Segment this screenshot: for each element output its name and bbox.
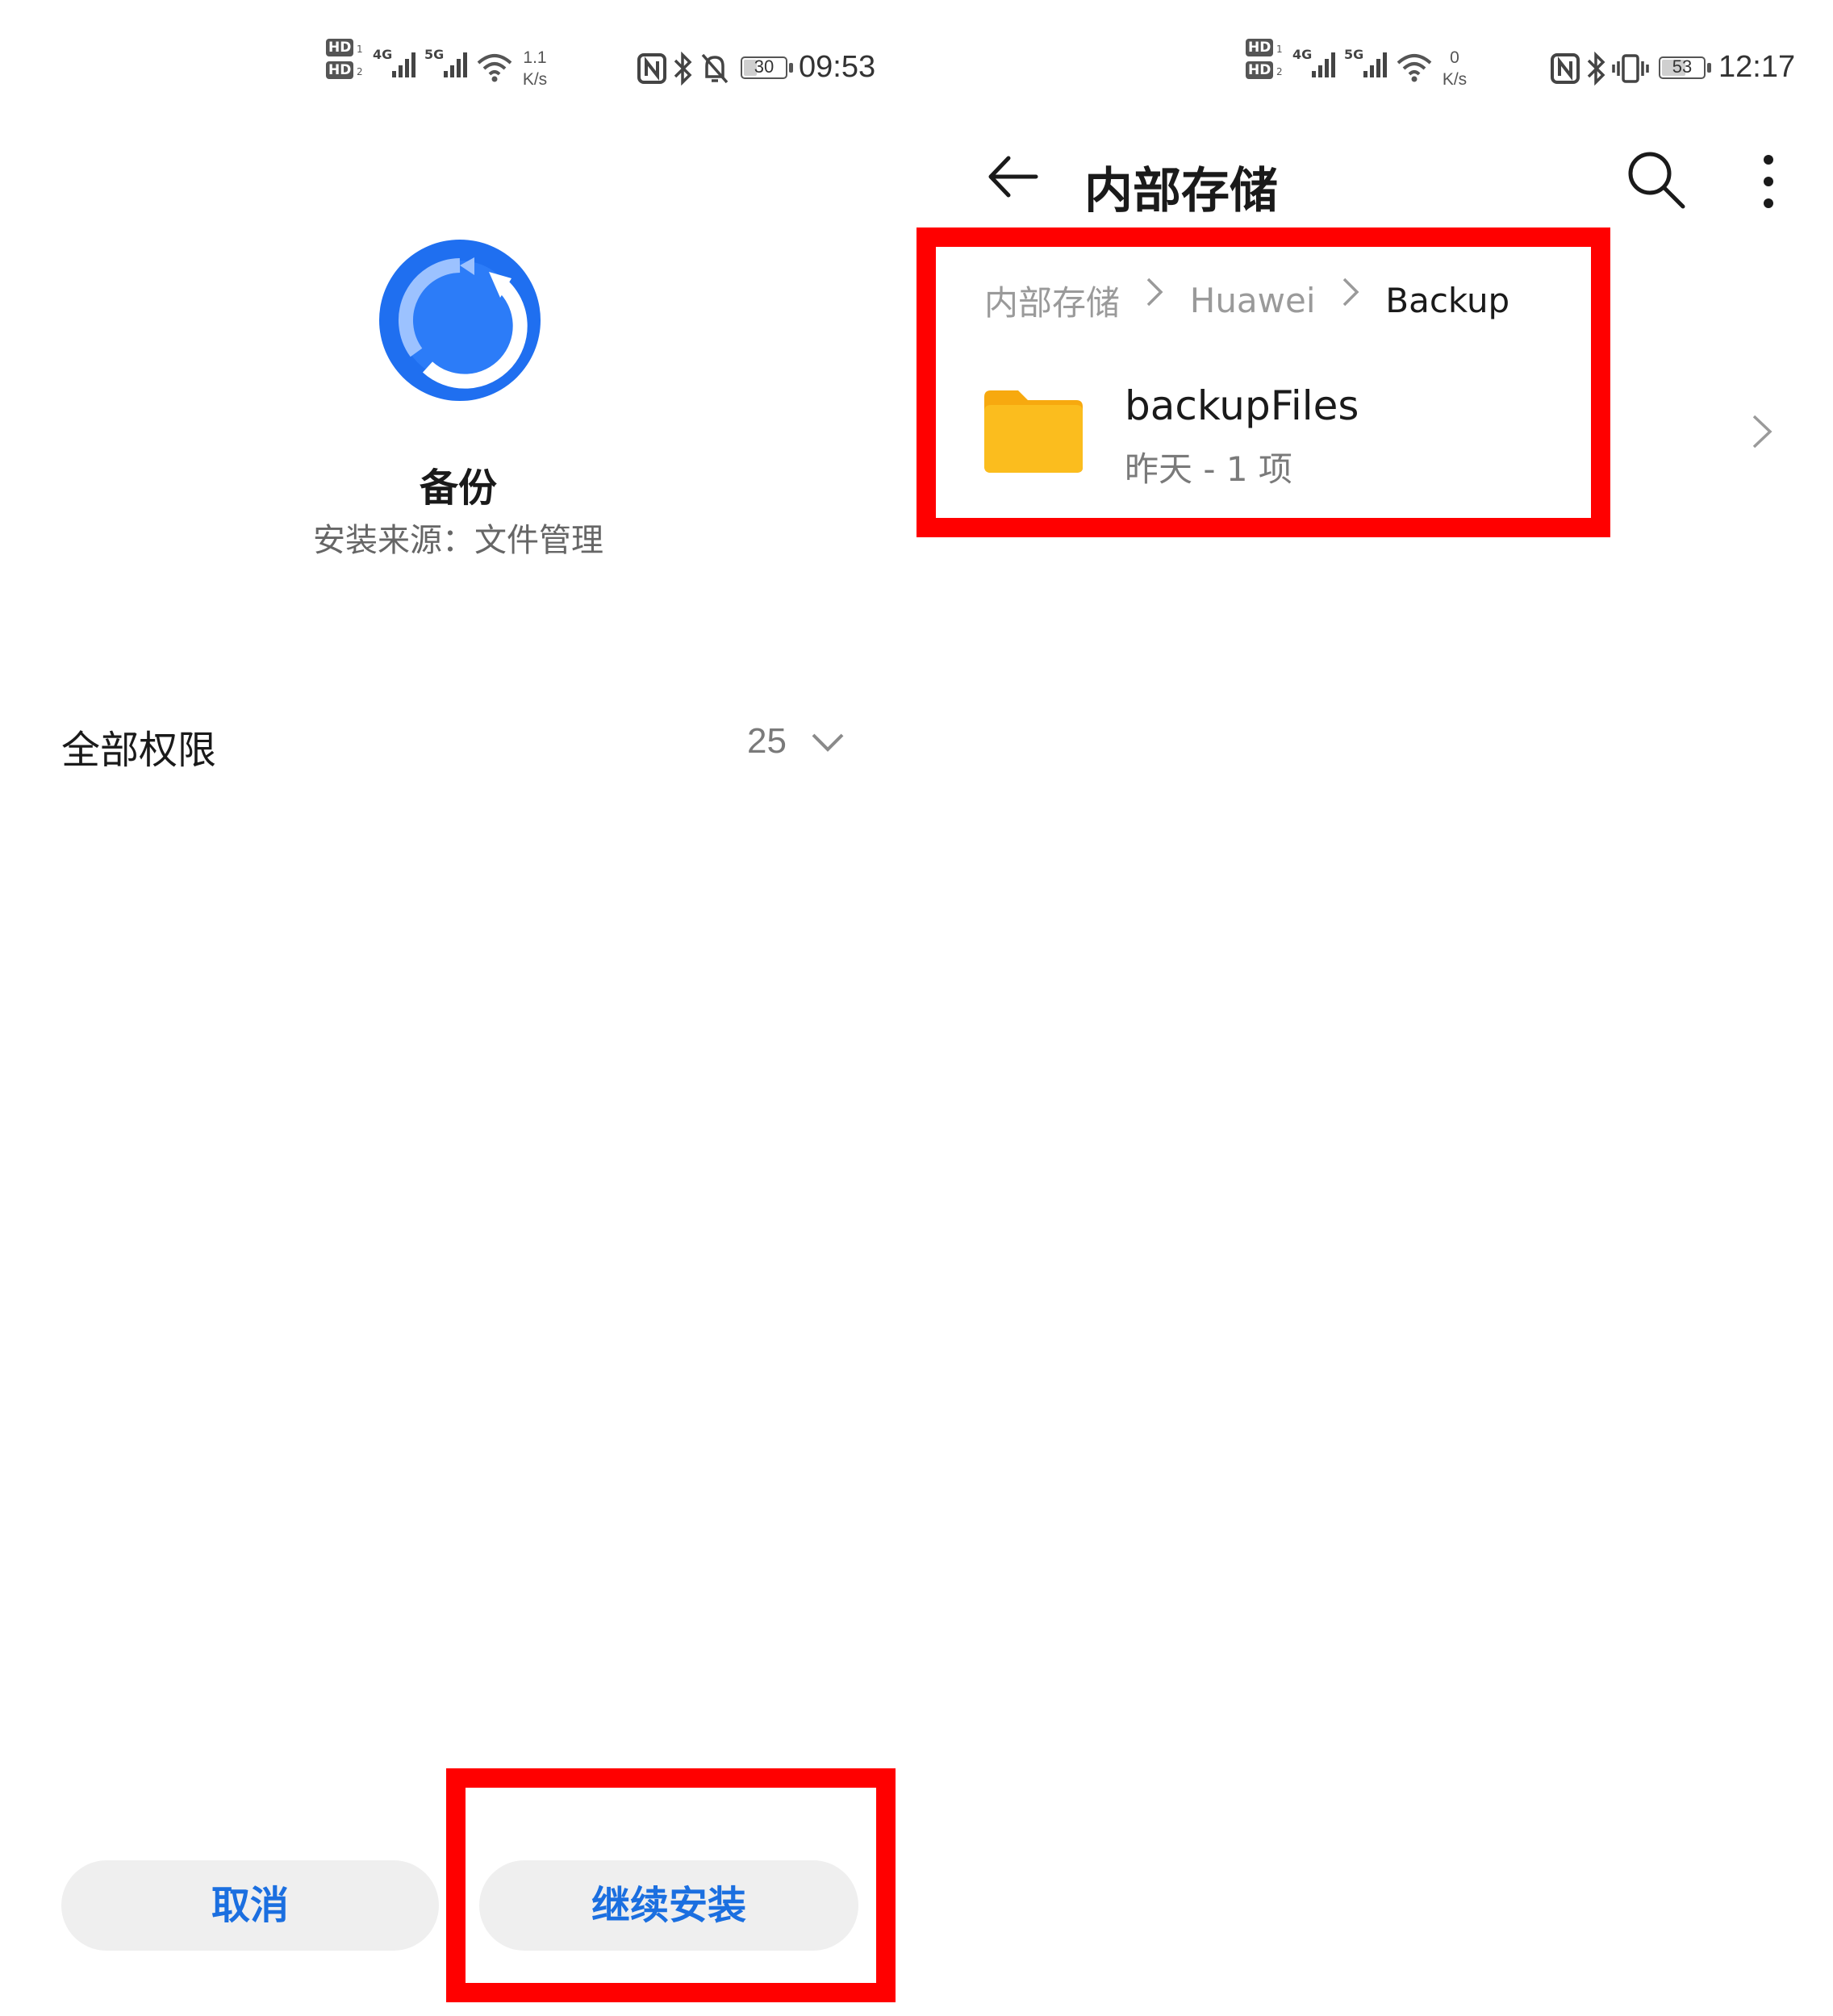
permissions-count: 25: [747, 721, 787, 761]
bluetooth-icon: [1587, 52, 1605, 86]
mute-bell-icon: [701, 53, 729, 84]
continue-install-button[interactable]: 继续安装: [479, 1860, 858, 1951]
folder-icon: [984, 390, 1083, 473]
hd-indicator: HD 1 HD 2: [326, 39, 365, 84]
network-speed: 1.1 K/s: [522, 48, 548, 89]
status-bar: HD 1 HD 2 4G 5G 1.1 K/s 30 09:53: [0, 32, 916, 105]
chevron-right-icon: [1147, 278, 1163, 307]
signal-sim2-icon: 5G: [424, 47, 473, 79]
vibrate-icon: [1612, 54, 1649, 83]
nfc-icon: [637, 53, 666, 84]
install-source: 安装来源：文件管理: [313, 522, 603, 559]
signal-sim1-icon: 4G: [1292, 47, 1341, 79]
status-bar: HD 1 HD 2 4G 5G 0 K/s 53 12:17: [916, 32, 1833, 105]
install-confirm-screen: HD 1 HD 2 4G 5G 1.1 K/s 30 09:53 备份 安装来源…: [0, 0, 916, 2016]
list-item-folder[interactable]: backupFiles 昨天 - 1 项: [916, 371, 1833, 500]
signal-sim2-icon: 5G: [1344, 47, 1392, 79]
breadcrumb-item-internal-storage[interactable]: 内部存储: [984, 276, 1120, 325]
back-arrow-icon[interactable]: [984, 148, 1041, 205]
nfc-icon: [1551, 53, 1580, 84]
wifi-icon: [1397, 54, 1432, 82]
breadcrumb: 内部存储 Huawei Backup: [984, 274, 1509, 323]
battery-icon: 30: [741, 56, 793, 79]
app-name: 备份: [419, 465, 497, 511]
chevron-right-icon: [1752, 415, 1772, 449]
chevron-right-icon: [1342, 278, 1359, 307]
folder-meta: 昨天 - 1 项: [1125, 449, 1292, 489]
hd-indicator: HD 1 HD 2: [1246, 39, 1284, 84]
battery-icon: 53: [1659, 56, 1711, 79]
cancel-button[interactable]: 取消: [61, 1860, 439, 1951]
more-options-icon[interactable]: [1752, 153, 1785, 210]
breadcrumb-item-backup: Backup: [1385, 281, 1510, 320]
network-speed: 0 K/s: [1442, 48, 1468, 89]
backup-sync-icon: [379, 240, 541, 401]
breadcrumb-item-huawei[interactable]: Huawei: [1190, 281, 1316, 320]
wifi-icon: [477, 54, 512, 82]
clock: 09:53: [799, 50, 876, 84]
permissions-label: 全部权限: [61, 728, 217, 773]
bluetooth-icon: [674, 52, 692, 86]
chevron-down-icon[interactable]: [810, 724, 846, 760]
search-icon[interactable]: [1623, 147, 1688, 211]
all-permissions-row[interactable]: 全部权限 25: [0, 702, 916, 783]
signal-sim1-icon: 4G: [373, 47, 421, 79]
clock: 12:17: [1718, 50, 1796, 84]
folder-name: backupFiles: [1125, 382, 1359, 429]
page-title: 内部存储: [1084, 163, 1278, 219]
file-manager-screen: HD 1 HD 2 4G 5G 0 K/s 53 12:17 内部存储 内部存储…: [916, 0, 1833, 2016]
